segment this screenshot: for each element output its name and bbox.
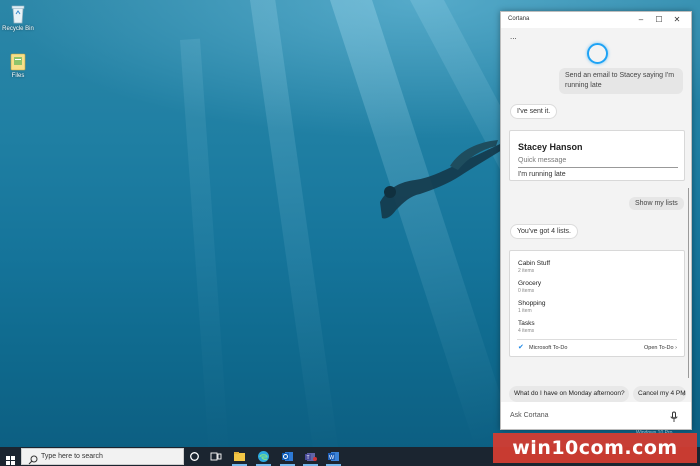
desktop-icon-recycle-bin[interactable]: Recycle Bin: [0, 4, 36, 32]
scrollbar[interactable]: [688, 188, 689, 378]
folder-icon: [9, 51, 27, 71]
lists-card: Cabin Stuff 2 items Grocery 0 items Shop…: [509, 250, 685, 357]
list-name: Grocery: [518, 280, 542, 287]
suggestion-chip[interactable]: What do I have on Monday afternoon?: [509, 386, 629, 402]
suggestion-chip[interactable]: Cancel my 4 PM: [633, 386, 686, 402]
user-message: Show my lists: [629, 197, 684, 210]
taskbar-search-box[interactable]: Type here to search: [21, 448, 184, 465]
divider: [517, 339, 677, 340]
word-icon[interactable]: W: [327, 450, 340, 463]
quick-message-label: Quick message: [518, 157, 567, 164]
diver-image: [380, 140, 502, 219]
search-placeholder: Type here to search: [41, 453, 103, 460]
list-item[interactable]: Grocery 0 items: [518, 280, 541, 294]
chevron-right-icon[interactable]: ›: [683, 389, 686, 398]
close-button[interactable]: ✕: [670, 14, 684, 26]
file-explorer-icon[interactable]: [233, 450, 246, 463]
svg-text:T: T: [307, 455, 310, 461]
outlook-icon[interactable]: [281, 450, 294, 463]
desktop-icon-label: Recycle Bin: [2, 26, 34, 32]
cortana-reply: You've got 4 lists.: [510, 224, 579, 239]
contact-name: Stacey Hanson: [518, 142, 583, 152]
cortana-window: Cortana – ☐ ✕ ... Send an email to Stace…: [500, 11, 692, 430]
list-name: Shopping: [518, 300, 546, 307]
teams-icon[interactable]: T: [304, 450, 317, 463]
list-count: 0 items: [518, 288, 535, 294]
title-bar: Cortana – ☐ ✕: [501, 12, 691, 28]
desktop-icon-label: Files: [11, 73, 25, 79]
minimize-button[interactable]: –: [634, 14, 648, 26]
window-title: Cortana: [508, 16, 530, 22]
list-name: Cabin Stuff: [518, 260, 551, 267]
cortana-circle-icon[interactable]: [188, 450, 201, 463]
quick-message-value[interactable]: I'm running late: [518, 171, 566, 178]
recycle-bin-icon: [9, 4, 27, 24]
list-count: 1 item: [518, 308, 532, 314]
desktop-icon-files[interactable]: Files: [0, 51, 36, 79]
task-view-icon[interactable]: [210, 450, 223, 463]
list-item[interactable]: Cabin Stuff 2 items: [518, 260, 550, 274]
lists-source: Microsoft To-Do: [529, 345, 568, 351]
list-count: 4 items: [518, 328, 535, 334]
cortana-reply: I've sent it.: [510, 104, 558, 119]
maximize-button[interactable]: ☐: [652, 14, 666, 26]
contact-card[interactable]: Stacey Hanson Quick message I'm running …: [509, 130, 685, 181]
ask-bar[interactable]: Ask Cortana: [501, 402, 691, 429]
cortana-ring-icon: [587, 43, 608, 64]
list-item[interactable]: Tasks 4 items: [518, 320, 535, 334]
edge-icon[interactable]: [257, 450, 270, 463]
list-count: 2 items: [518, 268, 535, 274]
ask-cortana-input[interactable]: Ask Cortana: [510, 412, 549, 419]
watermark: win10com.com: [493, 433, 697, 463]
field-underline: [518, 167, 678, 168]
user-message: Send an email to Stacey saying I'm runni…: [559, 68, 683, 94]
checkmark-icon: ✔: [518, 344, 524, 351]
list-item[interactable]: Shopping 1 item: [518, 300, 545, 314]
list-name: Tasks: [518, 320, 535, 327]
microphone-icon[interactable]: [669, 410, 679, 422]
open-todo-link[interactable]: Open To-Do ›: [644, 345, 677, 351]
more-options-button[interactable]: ...: [510, 32, 517, 41]
svg-text:W: W: [329, 455, 335, 461]
search-icon: [28, 452, 38, 465]
start-icon[interactable]: [6, 452, 15, 465]
